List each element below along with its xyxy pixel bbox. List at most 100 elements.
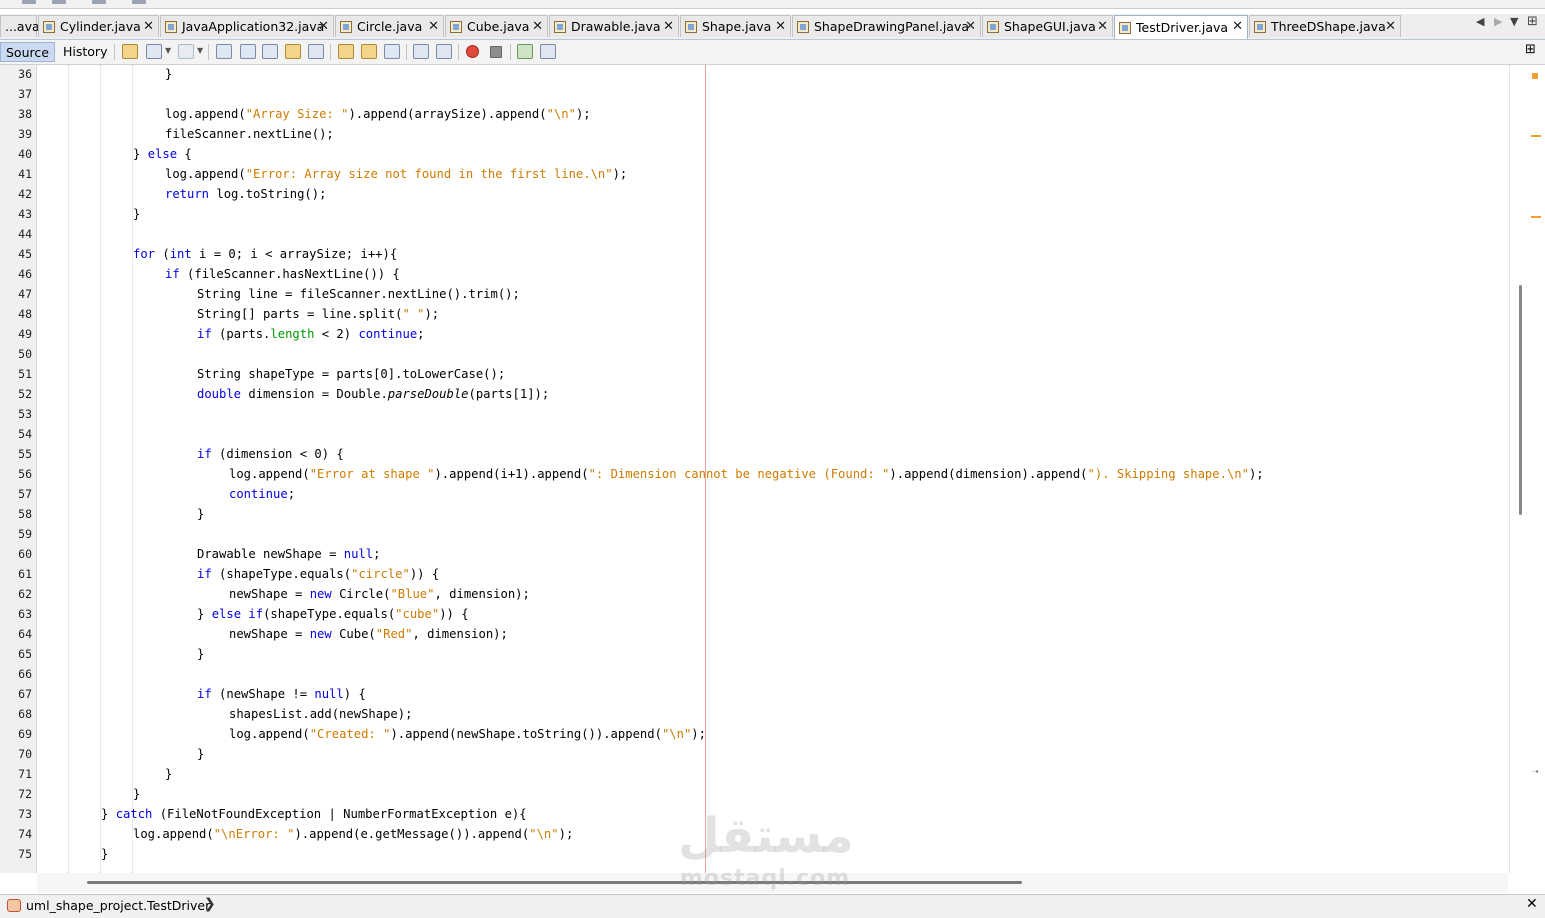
source-mode-button[interactable]: Source xyxy=(0,42,55,62)
code-line[interactable]: log.append("Array Size: ").append(arrayS… xyxy=(165,104,591,124)
code-line[interactable]: newShape = new Circle("Blue", dimension)… xyxy=(229,584,530,604)
tab-javaapplication32-java[interactable]: JavaApplication32.java ✕ xyxy=(160,15,334,37)
shift-line-right-icon[interactable] xyxy=(436,44,452,59)
tab-close-icon[interactable]: ✕ xyxy=(318,19,329,34)
back-icon[interactable] xyxy=(146,44,162,59)
tab-list-dropdown-icon[interactable]: ▼ xyxy=(1510,15,1518,28)
code-line[interactable]: String shapeType = parts[0].toLowerCase(… xyxy=(197,364,505,384)
toggle-rectangular-selection-icon[interactable] xyxy=(308,44,324,59)
code-line[interactable]: String line = fileScanner.nextLine().tri… xyxy=(197,284,520,304)
line-number: 47 xyxy=(18,287,32,301)
code-line[interactable]: } else if(shapeType.equals("cube")) { xyxy=(197,604,469,624)
new-project-icon[interactable] xyxy=(22,0,36,4)
last-edit-icon[interactable] xyxy=(122,44,138,59)
tab-close-icon[interactable]: ✕ xyxy=(663,19,674,34)
tab-close-icon[interactable]: ✕ xyxy=(143,19,154,34)
warning-marker[interactable] xyxy=(1532,73,1538,79)
shift-line-left-icon[interactable] xyxy=(413,44,429,59)
start-macro-recording-icon[interactable] xyxy=(466,45,479,58)
code-line[interactable]: Drawable newShape = null; xyxy=(197,544,380,564)
tab-cube-java[interactable]: Cube.java ✕ xyxy=(445,15,548,37)
code-line[interactable]: if (shapeType.equals("circle")) { xyxy=(197,564,439,584)
code-line[interactable]: } xyxy=(197,744,204,764)
breadcrumb[interactable]: uml_shape_project.TestDriver xyxy=(26,898,210,913)
code-line[interactable]: log.append("Error: Array size not found … xyxy=(165,164,627,184)
code-line[interactable]: } xyxy=(197,504,204,524)
chevron-down-icon[interactable]: ▼ xyxy=(197,46,203,55)
save-all-icon[interactable] xyxy=(92,0,106,4)
code-line[interactable]: if (dimension < 0) { xyxy=(197,444,344,464)
code-line[interactable]: log.append("Error at shape ").append(i+1… xyxy=(229,464,1264,484)
undo-icon[interactable] xyxy=(132,0,146,4)
code-line[interactable]: log.append("Created: ").append(newShape.… xyxy=(229,724,706,744)
tab-close-icon[interactable]: ✕ xyxy=(1232,19,1243,34)
code-line[interactable]: } xyxy=(101,844,108,864)
tab-circle-java[interactable]: Circle.java ✕ xyxy=(335,15,444,37)
code-token: "Created: " xyxy=(309,727,391,741)
code-line[interactable]: if (parts.length < 2) continue; xyxy=(197,324,425,344)
code-line[interactable]: double dimension = Double.parseDouble(pa… xyxy=(197,384,549,404)
code-line[interactable]: log.append("\nError: ").append(e.getMess… xyxy=(133,824,573,844)
maximize-window-icon[interactable]: ⊞ xyxy=(1527,14,1538,29)
horizontal-scrollbar[interactable] xyxy=(37,873,1508,893)
toggle-highlight-icon[interactable] xyxy=(285,44,301,59)
previous-bookmark-icon[interactable] xyxy=(338,44,354,59)
toggle-bookmark-icon[interactable] xyxy=(384,44,400,59)
code-line[interactable]: } else { xyxy=(133,144,192,164)
tab-label: ...ava xyxy=(5,19,40,34)
chevron-down-icon[interactable]: ▼ xyxy=(165,46,171,55)
code-line[interactable]: if (newShape != null) { xyxy=(197,684,366,704)
code-token: "Blue" xyxy=(390,587,435,601)
open-project-icon[interactable] xyxy=(52,0,66,4)
code-line[interactable]: } xyxy=(165,764,172,784)
comment-icon[interactable] xyxy=(517,44,533,59)
tab-shape-java[interactable]: Shape.java ✕ xyxy=(680,15,791,37)
find-selection-icon[interactable] xyxy=(216,44,232,59)
chevron-right-icon[interactable]: ❯ xyxy=(204,896,216,912)
code-line[interactable]: fileScanner.nextLine(); xyxy=(165,124,334,144)
code-line[interactable]: } xyxy=(133,204,140,224)
uncomment-icon[interactable] xyxy=(540,44,556,59)
tab-close-icon[interactable]: ✕ xyxy=(532,19,543,34)
split-editor-icon[interactable]: ⊞ xyxy=(1525,42,1536,57)
code-line[interactable]: continue; xyxy=(229,484,295,504)
code-line[interactable]: String[] parts = line.split(" "); xyxy=(197,304,439,324)
code-line[interactable]: } catch (FileNotFoundException | NumberF… xyxy=(101,804,527,824)
warning-marker[interactable] xyxy=(1531,216,1541,218)
code-line[interactable]: } xyxy=(197,644,204,664)
tab-shapedrawingpanel-java[interactable]: ShapeDrawingPanel.java ✕ xyxy=(792,15,981,37)
tab-close-icon[interactable]: ✕ xyxy=(965,19,976,34)
vertical-scrollbar[interactable] xyxy=(1519,285,1522,515)
close-icon[interactable]: ✕ xyxy=(1526,896,1538,912)
code-line[interactable]: newShape = new Cube("Red", dimension); xyxy=(229,624,508,644)
tab-close-icon[interactable]: ✕ xyxy=(1097,19,1108,34)
scroll-tabs-right-icon[interactable]: ▶ xyxy=(1494,15,1502,28)
code-token: log.append( xyxy=(165,167,246,181)
find-next-icon[interactable] xyxy=(262,44,278,59)
code-line[interactable]: shapesList.add(newShape); xyxy=(229,704,412,724)
tab-close-icon[interactable]: ✕ xyxy=(775,19,786,34)
tab-close-icon[interactable]: ✕ xyxy=(428,19,439,34)
tab-threedshape-java[interactable]: ThreeDShape.java ✕ xyxy=(1249,15,1401,37)
code-token: ); xyxy=(424,307,440,321)
find-previous-icon[interactable] xyxy=(240,44,256,59)
code-line[interactable]: if (fileScanner.hasNextLine()) { xyxy=(165,264,400,284)
history-mode-button[interactable]: History xyxy=(58,42,112,62)
tab-shapegui-java[interactable]: ShapeGUI.java ✕ xyxy=(982,15,1113,37)
tab-drawable-java[interactable]: Drawable.java ✕ xyxy=(549,15,679,37)
code-line[interactable]: return log.toString(); xyxy=(165,184,326,204)
tab-close-icon[interactable]: ✕ xyxy=(1385,19,1396,34)
code-editor[interactable]: } log.append("Array Size: ").append(array… xyxy=(37,65,1508,873)
code-line[interactable]: for (int i = 0; i < arraySize; i++){ xyxy=(133,244,397,264)
tab-overflow[interactable]: ...ava xyxy=(0,15,40,37)
tab-cylinder-java[interactable]: Cylinder.java ✕ xyxy=(38,15,159,37)
tab-testdriver-java[interactable]: TestDriver.java ✕ xyxy=(1114,15,1248,39)
code-line[interactable]: } xyxy=(165,65,172,84)
scroll-tabs-left-icon[interactable]: ◀ xyxy=(1476,15,1484,28)
warning-marker[interactable] xyxy=(1531,135,1541,137)
code-line[interactable]: } xyxy=(133,784,140,804)
stop-macro-recording-icon[interactable] xyxy=(490,46,502,58)
horizontal-scrollbar-thumb[interactable] xyxy=(87,881,1022,884)
forward-icon[interactable] xyxy=(178,44,194,59)
next-bookmark-icon[interactable] xyxy=(361,44,377,59)
